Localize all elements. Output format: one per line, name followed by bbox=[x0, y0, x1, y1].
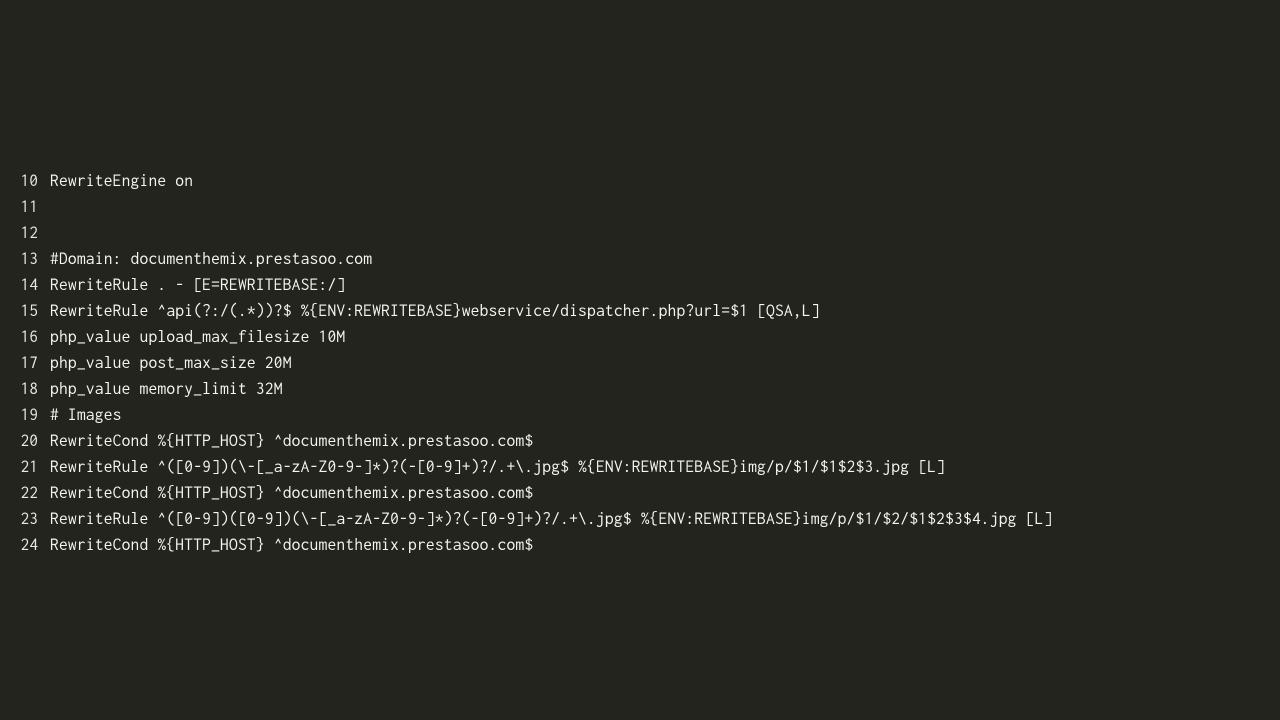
line-number: 19 bbox=[0, 402, 38, 428]
code-line[interactable]: 23 RewriteRule ^([0-9])([0-9])(\-[_a-zA-… bbox=[0, 506, 1280, 532]
code-line[interactable]: 16 php_value upload_max_filesize 10M bbox=[0, 324, 1280, 350]
code-line[interactable]: 13 #Domain: documenthemix.prestasoo.com bbox=[0, 246, 1280, 272]
code-line[interactable]: 19 # Images bbox=[0, 402, 1280, 428]
line-number: 15 bbox=[0, 298, 38, 324]
line-number: 13 bbox=[0, 246, 38, 272]
code-line[interactable]: 18 php_value memory_limit 32M bbox=[0, 376, 1280, 402]
code-line[interactable]: 10 RewriteEngine on bbox=[0, 168, 1280, 194]
line-content: php_value upload_max_filesize 10M bbox=[38, 324, 345, 350]
code-line[interactable]: 24 RewriteCond %{HTTP_HOST} ^documenthem… bbox=[0, 532, 1280, 558]
line-content: #Domain: documenthemix.prestasoo.com bbox=[38, 246, 372, 272]
line-number: 11 bbox=[0, 194, 38, 220]
line-number: 20 bbox=[0, 428, 38, 454]
line-content: RewriteRule ^([0-9])([0-9])(\-[_a-zA-Z0-… bbox=[38, 506, 1052, 532]
line-content: RewriteEngine on bbox=[38, 168, 193, 194]
line-content: RewriteRule ^([0-9])(\-[_a-zA-Z0-9-]*)?(… bbox=[38, 454, 945, 480]
line-number: 21 bbox=[0, 454, 38, 480]
line-content: # Images bbox=[38, 402, 122, 428]
line-number: 16 bbox=[0, 324, 38, 350]
line-number: 12 bbox=[0, 220, 38, 246]
code-line[interactable]: 14 RewriteRule . - [E=REWRITEBASE:/] bbox=[0, 272, 1280, 298]
code-editor[interactable]: 10 RewriteEngine on 11 12 13 #Domain: do… bbox=[0, 168, 1280, 558]
code-line[interactable]: 17 php_value post_max_size 20M bbox=[0, 350, 1280, 376]
line-number: 23 bbox=[0, 506, 38, 532]
line-content: RewriteCond %{HTTP_HOST} ^documenthemix.… bbox=[38, 480, 533, 506]
line-number: 22 bbox=[0, 480, 38, 506]
code-line[interactable]: 20 RewriteCond %{HTTP_HOST} ^documenthem… bbox=[0, 428, 1280, 454]
line-content: RewriteRule ^api(?:/(.*))?$ %{ENV:REWRIT… bbox=[38, 298, 820, 324]
line-content: RewriteRule . - [E=REWRITEBASE:/] bbox=[38, 272, 345, 298]
line-number: 17 bbox=[0, 350, 38, 376]
line-number: 14 bbox=[0, 272, 38, 298]
line-number: 18 bbox=[0, 376, 38, 402]
code-line[interactable]: 15 RewriteRule ^api(?:/(.*))?$ %{ENV:REW… bbox=[0, 298, 1280, 324]
line-content: php_value memory_limit 32M bbox=[38, 376, 283, 402]
code-line[interactable]: 12 bbox=[0, 220, 1280, 246]
line-content: RewriteCond %{HTTP_HOST} ^documenthemix.… bbox=[38, 532, 533, 558]
line-number: 24 bbox=[0, 532, 38, 558]
code-line[interactable]: 21 RewriteRule ^([0-9])(\-[_a-zA-Z0-9-]*… bbox=[0, 454, 1280, 480]
line-content: php_value post_max_size 20M bbox=[38, 350, 292, 376]
line-number: 10 bbox=[0, 168, 38, 194]
code-line[interactable]: 22 RewriteCond %{HTTP_HOST} ^documenthem… bbox=[0, 480, 1280, 506]
code-line[interactable]: 11 bbox=[0, 194, 1280, 220]
line-content: RewriteCond %{HTTP_HOST} ^documenthemix.… bbox=[38, 428, 533, 454]
